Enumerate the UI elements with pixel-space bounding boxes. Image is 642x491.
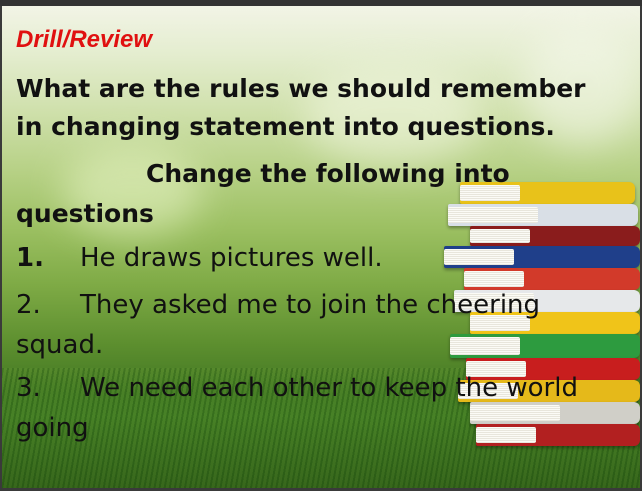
review-question: What are the rules we should remember in… (16, 74, 586, 141)
item-text-continued: going (16, 413, 89, 443)
instruction-line2: questions (16, 199, 154, 228)
instruction: Change the following into questions (16, 154, 616, 234)
item-text: He draws pictures well. (80, 243, 383, 273)
item-text: They asked me to join the cheering (80, 290, 541, 320)
item-number: 2. (16, 290, 41, 320)
item-text: We need each other to keep the world (80, 373, 578, 403)
slide-heading: Drill/Review (16, 26, 153, 53)
instruction-line1: Change the following into (146, 159, 510, 188)
item-number: 3. (16, 373, 41, 403)
list-item: 1. He draws pictures well. (16, 238, 616, 278)
list-item: 2. They asked me to join the cheering squ… (16, 285, 616, 365)
list-item: 3. We need each other to keep the world g… (16, 368, 616, 448)
item-number: 1. (16, 243, 44, 273)
item-text-continued: squad. (16, 330, 104, 360)
